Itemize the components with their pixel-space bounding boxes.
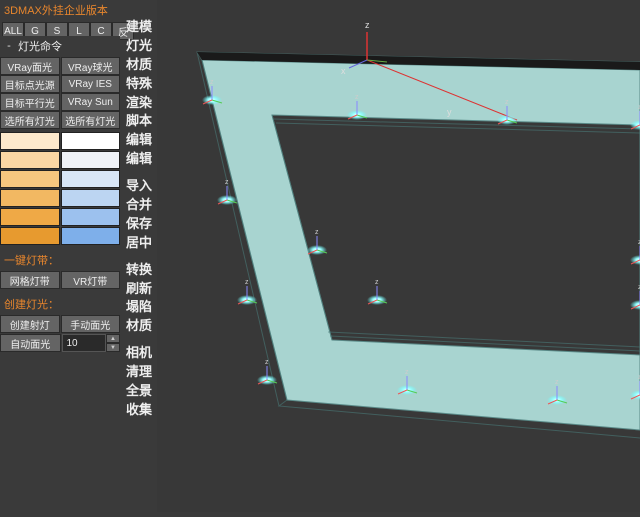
- btn[interactable]: VR灯带: [61, 271, 121, 289]
- svg-text:z: z: [405, 369, 409, 376]
- section-title: 灯光命令: [18, 38, 62, 54]
- color-swatch[interactable]: [0, 151, 60, 169]
- cat-居中[interactable]: 居中: [122, 234, 156, 253]
- cat-特殊[interactable]: 特殊: [122, 75, 156, 94]
- cat-材质[interactable]: 材质: [122, 317, 156, 336]
- svg-text:z: z: [210, 79, 214, 86]
- cat-保存[interactable]: 保存: [122, 215, 156, 234]
- svg-text:z: z: [355, 94, 359, 101]
- svg-text:z: z: [375, 279, 379, 286]
- light-btn[interactable]: 目标平行光: [0, 93, 60, 111]
- light-btn[interactable]: VRay Sun: [61, 93, 121, 111]
- light-gizmo[interactable]: z: [367, 279, 387, 305]
- btn[interactable]: 创建射灯: [0, 315, 60, 333]
- left-panel: - 灯光命令 VRay面光VRay球光目标点光源VRay IES目标平行光VRa…: [0, 36, 120, 352]
- cat-收集[interactable]: 收集: [122, 401, 156, 420]
- collapse-icon: -: [4, 40, 14, 52]
- svg-text:z: z: [315, 229, 319, 236]
- cat-建模[interactable]: 建模: [122, 18, 156, 37]
- color-swatch[interactable]: [0, 132, 60, 150]
- cat-相机[interactable]: 相机: [122, 344, 156, 363]
- btn[interactable]: 手动面光: [61, 315, 121, 333]
- spinner-down-icon[interactable]: ▼: [106, 343, 120, 352]
- auto-face-light-button[interactable]: 自动面光: [0, 334, 61, 352]
- svg-text:z: z: [505, 99, 509, 106]
- cat-清理[interactable]: 清理: [122, 363, 156, 382]
- light-btn[interactable]: VRay面光: [0, 57, 60, 75]
- color-swatch[interactable]: [61, 189, 121, 207]
- color-swatch[interactable]: [61, 151, 121, 169]
- spinner-up-icon[interactable]: ▲: [106, 334, 120, 343]
- light-gizmo[interactable]: z: [257, 359, 277, 385]
- btn[interactable]: 网格灯带: [0, 271, 60, 289]
- color-swatch[interactable]: [0, 227, 60, 245]
- light-btn[interactable]: 选所有灯光: [61, 111, 121, 129]
- cat-渲染[interactable]: 渲染: [122, 94, 156, 113]
- svg-text:z: z: [225, 179, 229, 186]
- color-swatch[interactable]: [61, 227, 121, 245]
- color-swatch[interactable]: [0, 170, 60, 188]
- cat-刷新[interactable]: 刷新: [122, 280, 156, 299]
- cat-转换[interactable]: 转换: [122, 261, 156, 280]
- light-gizmo[interactable]: z: [237, 279, 257, 305]
- light-btn[interactable]: VRay IES: [61, 75, 121, 93]
- category-sidebar: 建模灯光材质特殊渲染脚本编辑编辑导入合并保存居中转换刷新塌陷材质相机清理全景收集: [122, 18, 156, 420]
- cat-编辑[interactable]: 编辑: [122, 131, 156, 150]
- cat-合并[interactable]: 合并: [122, 196, 156, 215]
- light-btn[interactable]: 目标点光源: [0, 75, 60, 93]
- svg-text:z: z: [245, 279, 249, 286]
- light-gizmo[interactable]: z: [307, 229, 327, 255]
- section-header-light-cmd[interactable]: - 灯光命令: [0, 36, 120, 56]
- color-swatches: [0, 132, 120, 245]
- cat-灯光[interactable]: 灯光: [122, 37, 156, 56]
- label-band: 一键灯带：: [0, 250, 120, 270]
- cat-脚本[interactable]: 脚本: [122, 112, 156, 131]
- axis-y-label: y: [447, 107, 452, 117]
- cat-编辑[interactable]: 编辑: [122, 150, 156, 169]
- svg-text:z: z: [265, 359, 269, 366]
- color-swatch[interactable]: [0, 189, 60, 207]
- viewport-3d[interactable]: z y x zzzzzzzzzzzzzz: [157, 0, 640, 512]
- light-gizmo[interactable]: z: [630, 239, 640, 265]
- color-swatch[interactable]: [61, 208, 121, 226]
- auto-value-spinner[interactable]: 10 ▲▼: [62, 334, 121, 352]
- light-btn[interactable]: VRay球光: [61, 57, 121, 75]
- light-gizmo[interactable]: z: [630, 284, 640, 310]
- cat-导入[interactable]: 导入: [122, 177, 156, 196]
- color-swatch[interactable]: [61, 170, 121, 188]
- cat-全景[interactable]: 全景: [122, 382, 156, 401]
- cat-材质[interactable]: 材质: [122, 56, 156, 75]
- svg-text:z: z: [555, 379, 559, 386]
- cat-塌陷[interactable]: 塌陷: [122, 298, 156, 317]
- label-create: 创建灯光：: [0, 294, 120, 314]
- axis-x-label: x: [341, 66, 346, 76]
- light-btn[interactable]: 选所有灯光: [0, 111, 60, 129]
- color-swatch[interactable]: [0, 208, 60, 226]
- color-swatch[interactable]: [61, 132, 121, 150]
- axis-z-label: z: [365, 20, 370, 30]
- spinner-value[interactable]: 10: [62, 334, 107, 352]
